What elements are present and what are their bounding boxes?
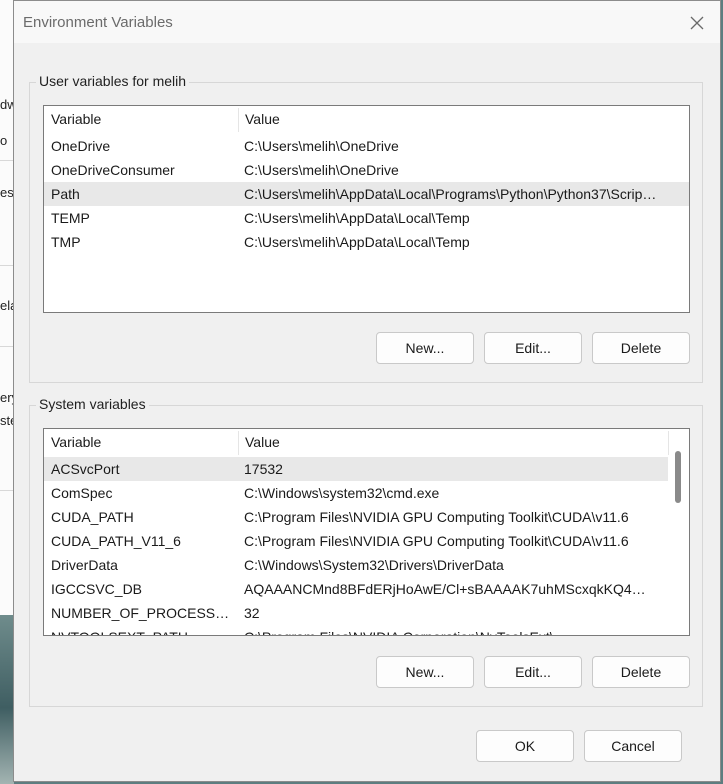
variable-value: C:\Program Files\NVIDIA GPU Computing To… xyxy=(244,509,629,525)
variable-value: 17532 xyxy=(244,461,283,477)
column-header-variable[interactable]: Variable xyxy=(44,106,239,133)
variable-name: TMP xyxy=(51,234,81,250)
variable-name: NUMBER_OF_PROCESSORS xyxy=(51,605,236,621)
background-divider xyxy=(0,346,14,347)
variable-name: ComSpec xyxy=(51,485,113,501)
variable-name: IGCCSVC_DB xyxy=(51,581,143,597)
background-text: es xyxy=(0,185,14,200)
system-variables-label: System variables xyxy=(36,396,149,412)
variable-name: OneDrive xyxy=(51,138,111,154)
variable-value: C:\Windows\System32\Drivers\DriverData xyxy=(244,557,504,573)
background-text: o xyxy=(0,133,8,148)
column-header-value[interactable]: Value xyxy=(238,106,688,133)
variable-name: TEMP xyxy=(51,210,90,226)
close-button[interactable] xyxy=(684,10,710,36)
variable-value: C:\Users\melih\OneDrive xyxy=(244,138,399,154)
table-row[interactable]: OneDrive C:\Users\melih\OneDrive xyxy=(44,134,689,158)
background-text: ela xyxy=(0,298,14,313)
table-row[interactable]: TMP C:\Users\melih\AppData\Local\Temp xyxy=(44,230,689,254)
variable-name: ACSvcPort xyxy=(51,461,120,477)
column-separator xyxy=(668,431,669,455)
user-variables-label: User variables for melih xyxy=(36,73,190,89)
background-text: ery xyxy=(0,390,14,405)
column-header-variable[interactable]: Variable xyxy=(44,429,239,456)
table-row[interactable]: CUDA_PATH_V11_6 C:\Program Files\NVIDIA … xyxy=(44,529,668,553)
column-separator xyxy=(689,108,690,132)
variable-name: CUDA_PATH xyxy=(51,509,134,525)
background-divider xyxy=(0,265,14,266)
list-header: Variable Value xyxy=(44,429,689,456)
system-delete-button[interactable]: Delete xyxy=(592,656,690,688)
user-new-button[interactable]: New... xyxy=(376,332,474,364)
ok-button[interactable]: OK xyxy=(476,730,574,762)
variable-value: AQAAANCMnd8BFdERjHoAwE/Cl+sBAAAAK7uhMScx… xyxy=(244,581,646,597)
table-row-selected[interactable]: ACSvcPort 17532 xyxy=(44,457,668,481)
system-edit-button[interactable]: Edit... xyxy=(484,656,582,688)
table-row[interactable]: NVTOOLSEXT_PATH C:\Program Files\NVIDIA … xyxy=(44,625,668,635)
background-text: ste xyxy=(0,413,14,428)
column-header-value[interactable]: Value xyxy=(238,429,668,456)
variable-value: C:\Users\melih\AppData\Local\Temp xyxy=(244,234,470,250)
system-variables-group: System variables Variable Value ACSvcPor… xyxy=(29,396,703,707)
variable-value: C:\Program Files\NVIDIA GPU Computing To… xyxy=(244,533,629,549)
variable-value: C:\Users\melih\AppData\Local\Temp xyxy=(244,210,470,226)
table-row[interactable]: NUMBER_OF_PROCESSORS 32 xyxy=(44,601,668,625)
title-bar: Environment Variables xyxy=(14,1,720,43)
variable-name: DriverData xyxy=(51,557,118,573)
user-variables-list[interactable]: Variable Value OneDrive C:\Users\melih\O… xyxy=(43,105,690,313)
table-row-selected[interactable]: Path C:\Users\melih\AppData\Local\Progra… xyxy=(44,182,689,206)
table-row[interactable]: ComSpec C:\Windows\system32\cmd.exe xyxy=(44,481,668,505)
variable-name: Path xyxy=(51,186,80,202)
user-edit-button[interactable]: Edit... xyxy=(484,332,582,364)
table-row[interactable]: OneDriveConsumer C:\Users\melih\OneDrive xyxy=(44,158,689,182)
variable-value: C:\Program Files\NVIDIA Corporation\NvTo… xyxy=(244,625,662,635)
table-row[interactable]: IGCCSVC_DB AQAAANCMnd8BFdERjHoAwE/Cl+sBA… xyxy=(44,577,668,601)
variable-name: CUDA_PATH_V11_6 xyxy=(51,533,181,549)
table-row[interactable]: CUDA_PATH C:\Program Files\NVIDIA GPU Co… xyxy=(44,505,668,529)
variable-name: NVTOOLSEXT_PATH xyxy=(51,625,236,635)
vertical-scrollbar-thumb[interactable] xyxy=(675,451,681,503)
variable-value: 32 xyxy=(244,605,260,621)
system-new-button[interactable]: New... xyxy=(376,656,474,688)
list-header: Variable Value xyxy=(44,106,689,133)
close-icon xyxy=(690,16,704,30)
variable-name: OneDriveConsumer xyxy=(51,162,175,178)
variable-value: C:\Users\melih\OneDrive xyxy=(244,162,399,178)
system-variables-list[interactable]: Variable Value ACSvcPort 17532 ComSpec C… xyxy=(43,428,690,636)
user-delete-button[interactable]: Delete xyxy=(592,332,690,364)
variable-value: C:\Windows\system32\cmd.exe xyxy=(244,485,440,501)
desktop-wallpaper xyxy=(0,615,14,784)
environment-variables-dialog: Environment Variables User variables for… xyxy=(13,0,721,782)
table-row[interactable]: TEMP C:\Users\melih\AppData\Local\Temp xyxy=(44,206,689,230)
user-variables-group: User variables for melih Variable Value … xyxy=(29,73,703,383)
table-row[interactable]: DriverData C:\Windows\System32\Drivers\D… xyxy=(44,553,668,577)
background-divider xyxy=(0,490,14,491)
background-text: dw xyxy=(0,97,14,112)
dialog-title: Environment Variables xyxy=(23,14,173,31)
cancel-button[interactable]: Cancel xyxy=(584,730,682,762)
background-divider xyxy=(0,160,14,161)
variable-value: C:\Users\melih\AppData\Local\Programs\Py… xyxy=(244,186,657,202)
